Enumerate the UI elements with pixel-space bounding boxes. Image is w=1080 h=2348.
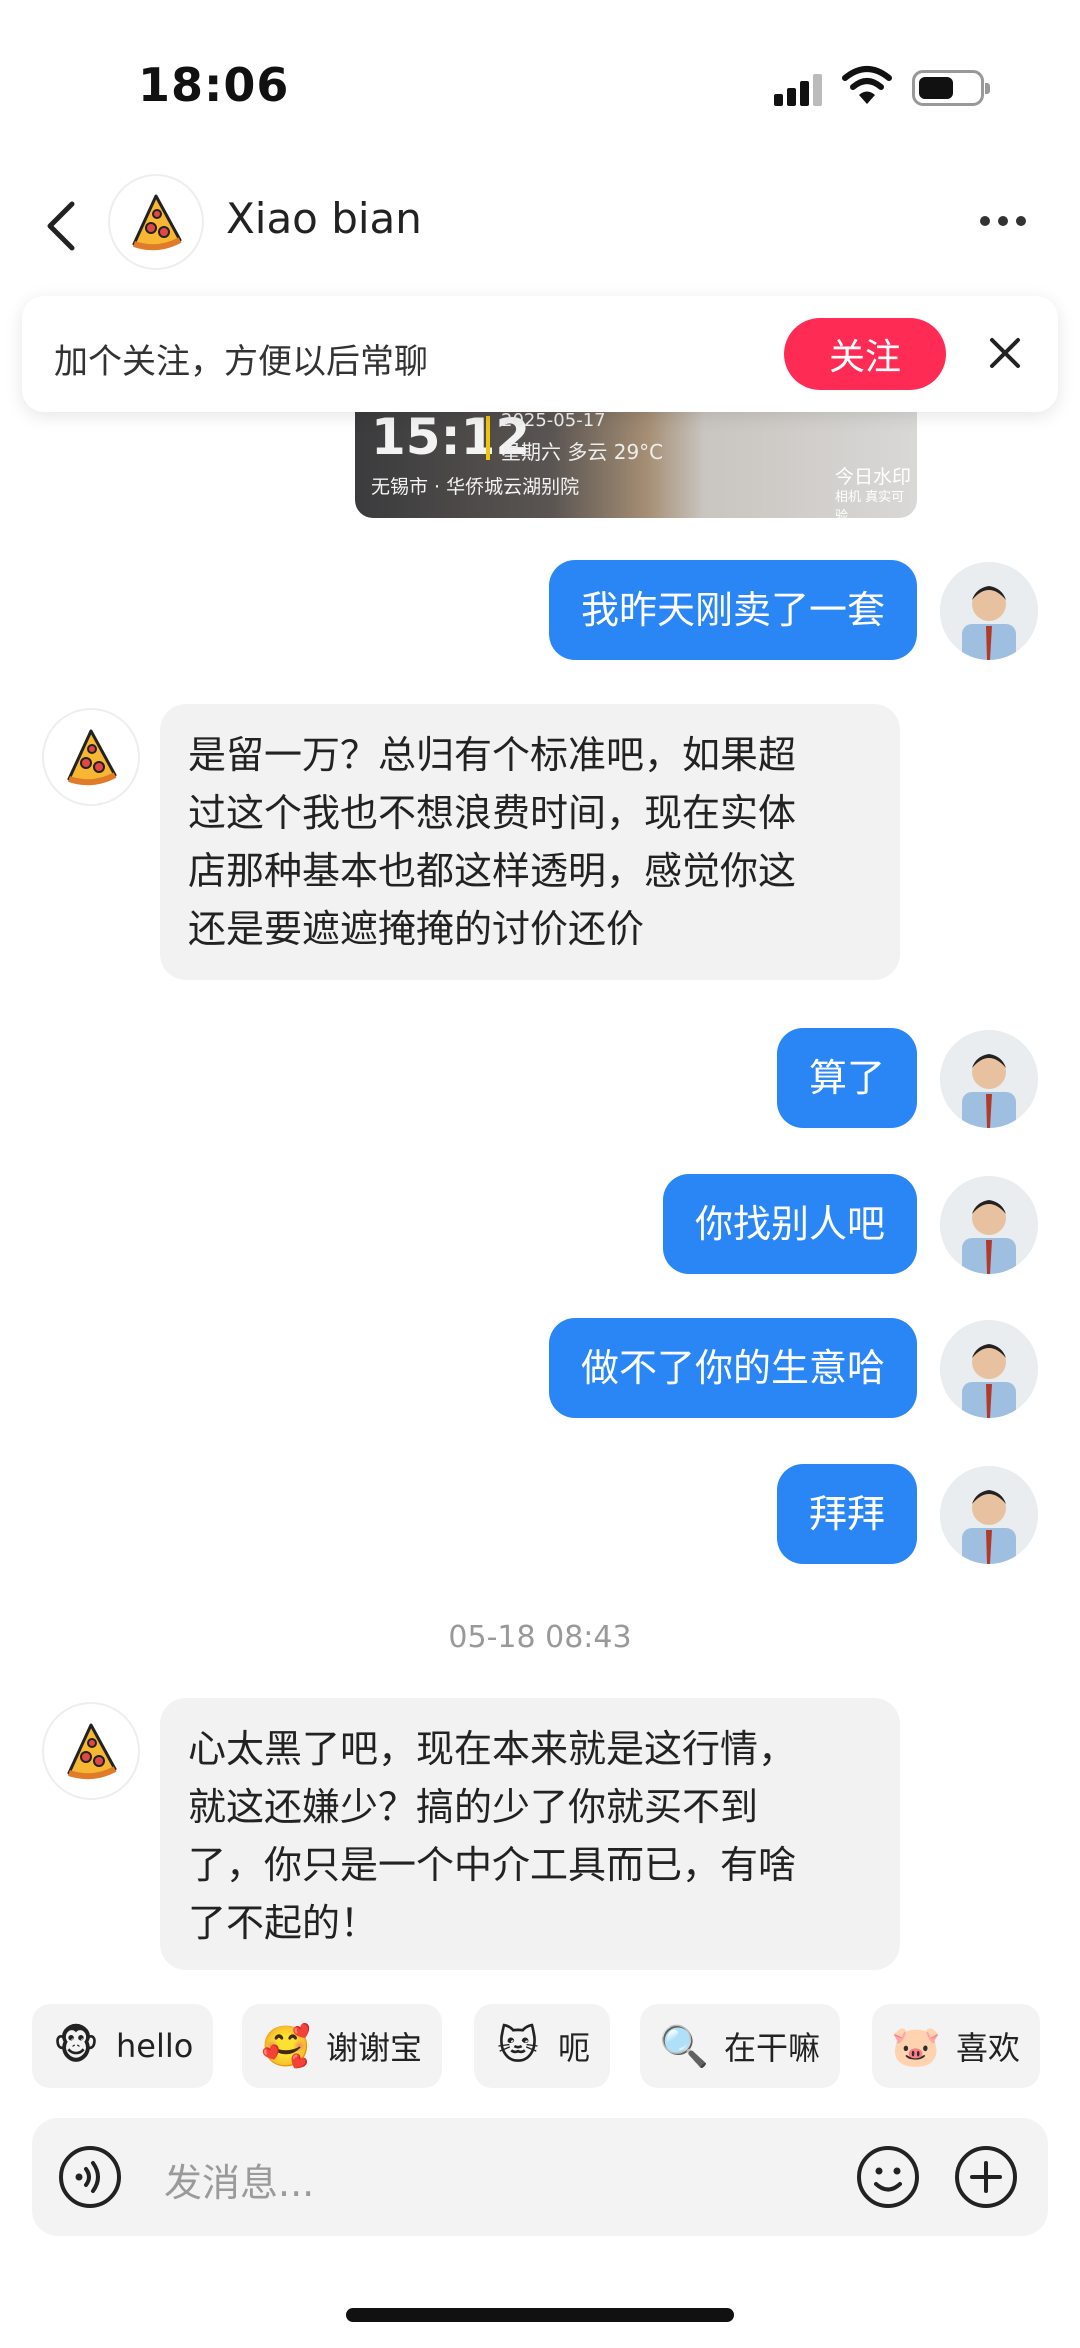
contact-avatar[interactable] (42, 708, 140, 806)
follow-button[interactable]: 关注 (784, 318, 946, 390)
status-time: 18:06 (138, 58, 290, 112)
follow-banner: 加个关注，方便以后常聊 关注 (22, 296, 1058, 412)
quick-reply-label: 呃 (558, 2029, 591, 2067)
smiley-icon[interactable] (856, 2145, 920, 2209)
home-indicator[interactable] (346, 2308, 734, 2322)
girl-sticker-icon: 🥰 (261, 2023, 311, 2070)
battery-icon (912, 70, 990, 106)
photo-watermark-date: 2025-05-17 (501, 410, 606, 431)
quick-reply-label: 谢谢宝 (326, 2029, 423, 2067)
message-bubble-sent[interactable]: 你找别人吧 (662, 1174, 917, 1274)
message-line: 了，你只是一个中介工具而已，有啥 (188, 1843, 797, 1887)
message-bubble-received[interactable]: 心太黑了吧，现在本来就是这行情， 就这还嫌少？搞的少了你就买不到 了，你只是一个… (160, 1698, 900, 1970)
wifi-icon (842, 66, 892, 104)
message-line: 过这个我也不想浪费时间，现在实体 (188, 791, 797, 835)
chat-header: Xiao bian (0, 170, 1080, 290)
follow-banner-text: 加个关注，方便以后常聊 (54, 342, 428, 382)
quick-reply-chip[interactable]: 🔍 在干嘛 (640, 2004, 841, 2088)
pizza-icon (132, 194, 182, 251)
quick-reply-label: 喜欢 (956, 2029, 1021, 2067)
close-icon[interactable] (982, 330, 1028, 376)
contact-name[interactable]: Xiao bian (226, 194, 422, 243)
message-input[interactable]: 发消息... (164, 2152, 314, 2207)
quick-reply-label: 在干嘛 (724, 2029, 821, 2067)
search-sticker-icon: 🔍 (659, 2023, 709, 2070)
user-avatar[interactable] (940, 1320, 1038, 1418)
quick-reply-chip[interactable]: 🐷 喜欢 (872, 2004, 1041, 2088)
quick-reply-chip[interactable]: 🐵 hello (32, 2004, 214, 2088)
chat-timestamp: 05-18 08:43 (448, 1620, 632, 1655)
quick-reply-chip[interactable]: 🐱 呃 (474, 2004, 611, 2088)
contact-avatar[interactable] (108, 174, 204, 270)
user-avatar[interactable] (940, 562, 1038, 660)
message-bubble-sent[interactable]: 拜拜 (776, 1464, 917, 1564)
quick-reply-bar: 🐵 hello 🥰 谢谢宝 🐱 呃 🔍 在干嘛 🐷 喜欢 (0, 1998, 1080, 2092)
status-bar: 18:06 (0, 0, 1080, 170)
cellular-signal-icon (774, 74, 824, 106)
message-bubble-received[interactable]: 是留一万？总归有个标准吧，如果超 过这个我也不想浪费时间，现在实体 店那种基本也… (160, 704, 900, 980)
message-line: 是留一万？总归有个标准吧，如果超 (188, 733, 797, 777)
quick-reply-chip[interactable]: 🥰 谢谢宝 (242, 2004, 443, 2088)
pizza-icon (67, 1723, 117, 1780)
photo-watermark-location: 无锡市 · 华侨城云湖别院 (371, 476, 580, 498)
plus-icon[interactable] (954, 2145, 1018, 2209)
message-input-bar: 发消息... (32, 2118, 1048, 2236)
photo-watermark-weather: 星期六 多云 29°C (501, 440, 664, 464)
message-line: 就这还嫌少？搞的少了你就买不到 (188, 1785, 759, 1829)
message-line: 了不起的！ (188, 1901, 379, 1945)
message-line: 心太黑了吧，现在本来就是这行情， (188, 1727, 797, 1771)
user-avatar[interactable] (940, 1030, 1038, 1128)
photo-watermark-brand: 今日水印 (835, 466, 912, 488)
pizza-icon (67, 729, 117, 786)
photo-watermark-verify: 相机 真实可验 (835, 490, 905, 518)
cat-sticker-icon: 🐱 (497, 2023, 539, 2069)
monkey-sticker-icon: 🐵 (52, 2023, 100, 2069)
quick-reply-label: hello (116, 2027, 194, 2065)
chevron-left-icon[interactable] (38, 196, 88, 256)
more-dots-icon[interactable] (980, 216, 1028, 230)
message-line: 还是要遮遮掩掩的讨价还价 (188, 907, 645, 951)
message-bubble-sent[interactable]: 算了 (776, 1028, 917, 1128)
message-line: 店那种基本也都这样透明，感觉你这 (188, 849, 797, 893)
contact-avatar[interactable] (42, 1702, 140, 1800)
photo-message[interactable]: 15:12 2025-05-17 星期六 多云 29°C 无锡市 · 华侨城云湖… (355, 400, 917, 518)
voice-icon[interactable] (58, 2145, 122, 2209)
message-bubble-sent[interactable]: 做不了你的生意哈 (548, 1318, 917, 1418)
pig-sticker-icon: 🐷 (891, 2023, 941, 2070)
message-bubble-sent[interactable]: 我昨天刚卖了一套 (548, 560, 917, 660)
user-avatar[interactable] (940, 1466, 1038, 1564)
user-avatar[interactable] (940, 1176, 1038, 1274)
